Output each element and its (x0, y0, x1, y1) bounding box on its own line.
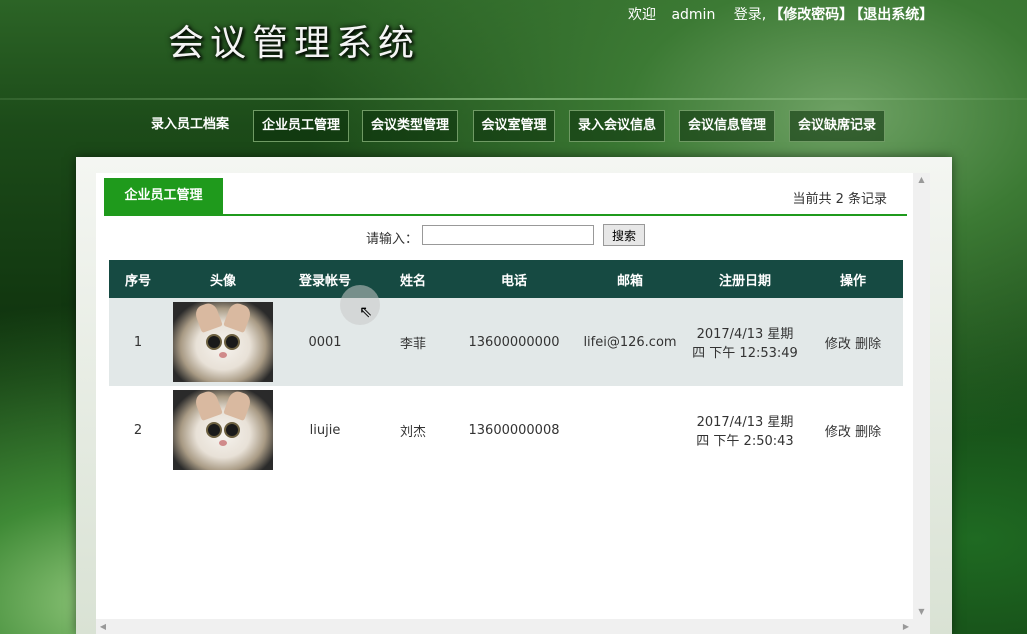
row-phone: 13600000000 (455, 298, 573, 386)
avatar-cell (167, 386, 279, 474)
mouse-pointer-icon: ⇖ (359, 302, 373, 321)
welcome-text: 欢迎 (628, 7, 656, 23)
avatar (173, 390, 273, 470)
change-password-link[interactable]: 【修改密码】 (769, 7, 853, 23)
header: 会议管理系统 欢迎 admin 登录, 【修改密码】 【退出系统】 (0, 0, 1027, 100)
avatar-cell (167, 298, 279, 386)
tab-bar: 企业员工管理 当前共 2 条记录 (104, 178, 907, 216)
search-input[interactable] (422, 225, 594, 245)
row-register-date: 2017/4/13 星期四 下午 2:50:43 (687, 386, 803, 474)
edit-link[interactable]: 修改 (825, 337, 851, 352)
row-index: 1 (109, 298, 167, 386)
table-row: 2 liujie 刘杰 13600000008 2017/4/13 星期四 下午… (109, 386, 903, 474)
search-label: 请输入： (366, 232, 419, 247)
tab-employee-management[interactable]: 企业员工管理 (104, 178, 223, 214)
nav-item-add-meeting[interactable]: 录入会议信息 (569, 110, 665, 142)
row-name: 刘杰 (399, 424, 426, 440)
row-name: 李菲 (371, 298, 455, 386)
row-account: liujie (309, 422, 341, 438)
table-header-row: 序号 头像 登录帐号 姓名 电话 邮箱 注册日期 操作 (109, 260, 903, 298)
nav-item-add-employee[interactable]: 录入员工档案 (142, 110, 238, 140)
date-line-1: 2017/4/13 星期 (696, 415, 794, 430)
search-button[interactable]: 搜索 (603, 224, 645, 246)
logged-in-text: 登录, (733, 7, 767, 23)
content-frame: 企业员工管理 当前共 2 条记录 请输入： 搜索 序号 头像 登录帐号 姓名 电… (76, 157, 952, 634)
date-line-2: 四 下午 2:50:43 (696, 434, 794, 449)
col-account: 登录帐号 (279, 260, 371, 298)
username: admin (671, 7, 716, 23)
logout-link[interactable]: 【退出系统】 (856, 7, 933, 23)
row-email (573, 386, 687, 474)
scroll-right-icon[interactable]: ▶ (899, 619, 913, 634)
content-iframe: 企业员工管理 当前共 2 条记录 请输入： 搜索 序号 头像 登录帐号 姓名 电… (96, 173, 930, 634)
user-bar: 欢迎 admin 登录, 【修改密码】 【退出系统】 (628, 4, 936, 24)
scroll-down-icon[interactable]: ▼ (913, 605, 930, 619)
employee-table: 序号 头像 登录帐号 姓名 电话 邮箱 注册日期 操作 1 0001 李菲 13… (109, 260, 903, 474)
main-nav: 录入员工档案 企业员工管理 会议类型管理 会议室管理 录入会议信息 会议信息管理… (0, 110, 1027, 142)
avatar (173, 302, 273, 382)
nav-item-absence-records[interactable]: 会议缺席记录 (789, 110, 885, 142)
record-count: 当前共 2 条记录 (792, 192, 887, 207)
col-index: 序号 (109, 260, 167, 298)
row-email: lifei@126.com (573, 298, 687, 386)
nav-item-meeting-management[interactable]: 会议信息管理 (679, 110, 775, 142)
edit-link[interactable]: 修改 (825, 425, 851, 440)
row-actions: 修改 删除 (803, 298, 903, 386)
row-register-date: 2017/4/13 星期四 下午 12:53:49 (687, 298, 803, 386)
col-email: 邮箱 (573, 260, 687, 298)
header-divider (0, 98, 1027, 100)
delete-link[interactable]: 删除 (855, 425, 881, 440)
search-bar: 请输入： 搜索 (96, 224, 913, 248)
scroll-left-icon[interactable]: ◀ (96, 619, 110, 634)
nav-item-meeting-type-management[interactable]: 会议类型管理 (362, 110, 458, 142)
col-avatar: 头像 (167, 260, 279, 298)
col-actions: 操作 (803, 260, 903, 298)
row-phone: 13600000008 (468, 422, 560, 438)
col-name: 姓名 (371, 260, 455, 298)
scroll-up-icon[interactable]: ▲ (913, 173, 930, 187)
date-line-1: 2017/4/13 星期 (696, 327, 794, 342)
date-line-2: 四 下午 12:53:49 (692, 346, 798, 361)
horizontal-scrollbar[interactable]: ◀ ▶ (96, 619, 930, 634)
row-index: 2 (133, 422, 143, 438)
nav-item-employee-management[interactable]: 企业员工管理 (253, 110, 349, 142)
nav-item-meeting-room-management[interactable]: 会议室管理 (473, 110, 555, 142)
employee-panel: 企业员工管理 当前共 2 条记录 请输入： 搜索 序号 头像 登录帐号 姓名 电… (96, 173, 913, 619)
row-actions: 修改 删除 (803, 386, 903, 474)
table-row: 1 0001 李菲 13600000000 lifei@126.com 2017… (109, 298, 903, 386)
col-phone: 电话 (455, 260, 573, 298)
row-account: 0001 (279, 298, 371, 386)
col-register-date: 注册日期 (687, 260, 803, 298)
app-title: 会议管理系统 (168, 23, 421, 64)
delete-link[interactable]: 删除 (855, 337, 881, 352)
vertical-scrollbar[interactable]: ▲ ▼ (913, 173, 930, 619)
